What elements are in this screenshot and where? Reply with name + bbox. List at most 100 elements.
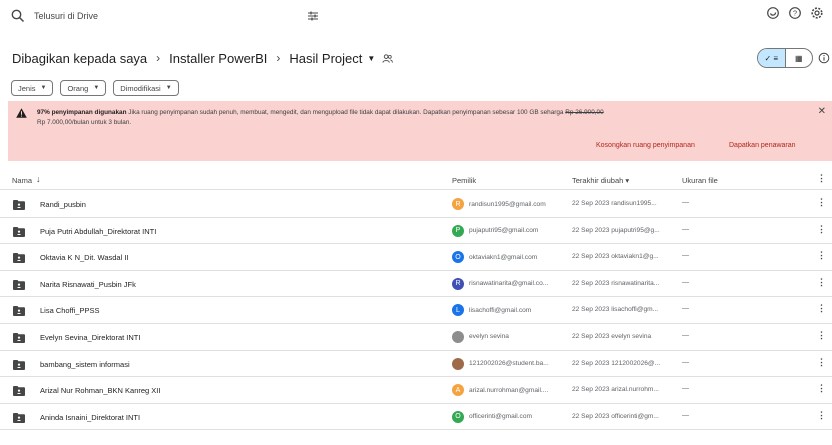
avatar: O [452,251,464,264]
table-row[interactable]: Randi_pusbin Rrandisun1995@gmail.com 22 Se… [0,191,832,218]
storage-usage-text: 97% penyimpanan digunakan [37,109,127,116]
top-icons: ? [766,6,824,20]
file-list: Randi_pusbin Rrandisun1995@gmail.com 22 Se… [0,191,832,431]
table-row[interactable]: Narita Risnawati_Pusbin JFk Rrisnawatinar… [0,271,832,298]
more-actions-icon[interactable]: ⋮ [817,224,826,235]
get-offer-button[interactable]: Dapatkan penawaran [729,142,796,149]
more-actions-icon[interactable]: ⋮ [817,357,826,368]
settings-icon[interactable] [810,6,824,20]
more-actions-icon[interactable]: ⋮ [817,250,826,261]
storage-offer-price: Rp 7.000,00/bulan untuk 3 bulan. [37,119,132,126]
owner-cell: Rrandisun1995@gmail.com [452,198,546,210]
more-actions-icon[interactable]: ⋮ [817,410,826,421]
column-header-size[interactable]: Ukuran file [682,176,718,185]
search-icon[interactable] [10,8,26,24]
file-name[interactable]: Randi_pusbin [40,200,86,209]
owner-cell: Oofficerinti@gmail.com [452,410,532,423]
owner-email: pujaputri95@gmail.com [469,227,539,235]
table-row[interactable]: Aninda Isnaini_Direktorat INTI Oofficerin… [0,404,832,431]
table-row[interactable]: Puja Putri Abdullah_Direktorat INTI Ppuja… [0,218,832,245]
owner-email: lisachoffi@gmail.com [469,306,532,314]
file-name[interactable]: bambang_sistem informasi [40,360,130,369]
more-actions-icon[interactable]: ⋮ [817,330,826,341]
chevron-down-icon: ▼ [40,85,47,91]
table-row[interactable]: Evelyn Sevina_Direktorat INTI evelyn sevi… [0,324,832,351]
help-icon[interactable]: ? [788,6,802,20]
storage-warning-body: Jika ruang penyimpanan sudah penuh, memb… [126,109,566,116]
breadcrumb-current-folder[interactable]: Hasil Project [289,51,362,66]
table-row[interactable]: Arizal Nur Rohman_BKN Kanreg XII Aarizal.… [0,377,832,404]
column-header-owner[interactable]: Pemilik [452,176,476,185]
owner-email: arizal.nurrohman@gmail.... [469,386,549,394]
chevron-down-icon: ▼ [165,85,172,91]
table-row[interactable]: Lisa Choffi_PPSS Llisachoffi@gmail.com 22 … [0,297,832,324]
old-price: Rp 26.900,00 [565,109,604,116]
filter-modified-chip[interactable]: Dimodifikasi ▼ [113,80,179,96]
search-bar[interactable]: Telusuri di Drive [4,3,318,29]
filter-type-chip[interactable]: Jenis ▼ [11,80,54,96]
column-header-modified[interactable]: Terakhir diubah ▾ [572,176,629,185]
last-modified: 22 Sep 2023 officerinti@gm... [572,412,659,420]
file-size: — [682,225,689,233]
info-icon[interactable] [818,52,830,64]
search-input[interactable]: Telusuri di Drive [34,11,98,21]
shared-folder-icon [13,332,25,343]
avatar: O [452,410,464,423]
filter-modified-label: Dimodifikasi [120,83,161,93]
last-modified: 22 Sep 2023 lisachoffi@gm... [572,306,659,314]
top-bar: Telusuri di Drive ? [0,0,832,32]
file-name[interactable]: Oktavia K N_Dit. Wasdal II [40,253,129,262]
filter-people-chip[interactable]: Orang ▼ [60,80,107,96]
tune-icon[interactable] [306,9,320,23]
owner-cell: Ooktaviakn1@gmail.com [452,251,537,264]
storage-warning-banner: 97% penyimpanan digunakan Jika ruang pen… [8,101,832,161]
file-size: — [682,358,689,366]
last-modified: 22 Sep 2023 evelyn sevina [572,332,652,340]
more-actions-icon[interactable]: ⋮ [817,303,826,314]
file-name[interactable]: Arizal Nur Rohman_BKN Kanreg XII [40,386,160,395]
grid-view-button[interactable]: ▦ [786,49,813,67]
breadcrumb-installer-powerbi[interactable]: Installer PowerBI [169,51,267,66]
shared-folder-icon [13,226,25,237]
more-actions-icon[interactable]: ⋮ [817,197,826,208]
file-name[interactable]: Puja Putri Abdullah_Direktorat INTI [40,227,156,236]
avatar: R [452,277,464,290]
sort-arrow-down-icon[interactable]: ↓ [36,174,41,184]
close-icon[interactable]: ✕ [818,106,826,117]
filter-type-label: Jenis [18,83,36,93]
shared-folder-icon [13,253,25,264]
column-header-name[interactable]: Nama [12,176,32,185]
offline-status-icon[interactable] [766,6,780,20]
avatar: A [452,384,464,397]
list-view-button[interactable]: ✓ ≡ [758,49,786,67]
shared-folder-icon [13,386,25,397]
free-up-space-button[interactable]: Kosongkan ruang penyimpanan [596,142,695,149]
filter-people-label: Orang [67,83,89,93]
last-modified: 22 Sep 2023 randisun1995... [572,200,657,207]
file-name[interactable]: Aninda Isnaini_Direktorat INTI [40,413,140,422]
last-modified: 22 Sep 2023 oktaviakn1@g... [572,253,659,261]
owner-cell: Llisachoffi@gmail.com [452,304,532,317]
breadcrumb-shared-with-me[interactable]: Dibagikan kepada saya [12,51,147,66]
file-size: — [682,331,689,339]
file-size: — [682,305,689,313]
file-name[interactable]: Narita Risnawati_Pusbin JFk [40,280,136,289]
more-actions-icon[interactable]: ⋮ [817,277,826,288]
avatar [452,330,464,343]
view-toggle: ✓ ≡ ▦ [757,48,813,68]
table-row[interactable]: bambang_sistem informasi 1212002026@stude… [0,351,832,378]
file-name[interactable]: Lisa Choffi_PPSS [40,306,99,315]
breadcrumb-separator: › [156,51,161,65]
file-size: — [682,411,689,419]
folder-menu-caret-icon[interactable]: ▼ [367,54,375,63]
column-options-more-icon[interactable]: ⋮ [817,173,826,184]
last-modified: 22 Sep 2023 1212002026@... [572,359,661,367]
table-row[interactable]: Oktavia K N_Dit. Wasdal II Ooktaviakn1@gm… [0,244,832,271]
more-actions-icon[interactable]: ⋮ [817,383,826,394]
file-size: — [682,199,689,206]
file-name[interactable]: Evelyn Sevina_Direktorat INTI [40,333,140,342]
shared-people-icon[interactable] [382,53,394,64]
avatar: P [452,224,464,237]
file-size: — [682,278,689,286]
file-size: — [682,252,689,260]
